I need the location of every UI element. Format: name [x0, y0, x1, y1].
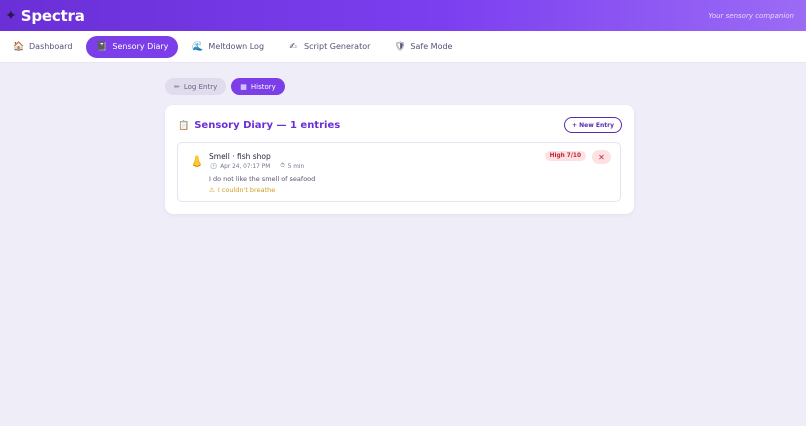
tab-history[interactable]: ▦ History [231, 78, 285, 95]
shield-icon: 🛡 [394, 41, 406, 52]
nav-item-script-generator[interactable]: ✍ Script Generator [278, 36, 380, 58]
close-icon: ✕ [598, 152, 605, 162]
sparkle-icon: ✦ [5, 7, 17, 24]
entry-warning: ⚠ I couldn't breathe [209, 186, 275, 194]
grid-icon: ▦ [240, 82, 247, 91]
diary-heading: 📋 Sensory Diary — 1 entries [178, 120, 340, 131]
nav-item-dashboard[interactable]: 🏠 Dashboard [3, 36, 82, 58]
entry-date: Apr 24, 07:17 PM [220, 163, 271, 170]
warning-icon: ⚠ [209, 186, 215, 194]
diary-title: Sensory Diary — 1 entries [194, 120, 341, 131]
nav-item-label: Script Generator [304, 42, 371, 51]
nav-item-safe-mode[interactable]: 🛡 Safe Mode [384, 36, 462, 58]
notebook-icon: 📓 [96, 41, 108, 52]
timer-icon: ⏱ [280, 163, 285, 169]
nav-item-label: Sensory Diary [112, 42, 169, 51]
clipboard-icon: 📋 [178, 120, 190, 131]
new-entry-button[interactable]: + New Entry [564, 117, 622, 133]
app-name: Spectra [20, 6, 85, 25]
severity-badge: High 7/10 [544, 151, 586, 161]
warning-text: I couldn't breathe [217, 186, 276, 194]
entry-title: Smell · fish shop [209, 152, 271, 161]
nav-item-sensory-diary[interactable]: 📓 Sensory Diary [86, 35, 179, 58]
writing-hand-icon: ✍ [289, 41, 297, 52]
diary-tabs: ✏ Log Entry ▦ History [165, 78, 285, 95]
tab-label: History [250, 82, 276, 91]
app-header: ✦ Spectra Your sensory companion [0, 0, 806, 31]
pencil-icon: ✏ [174, 82, 180, 91]
main-nav: 🏠 Dashboard 📓 Sensory Diary 🌊 Meltdown L… [0, 31, 806, 63]
wave-icon: 🌊 [192, 41, 204, 52]
app-logo[interactable]: ✦ Spectra [5, 7, 85, 25]
diary-card: 📋 Sensory Diary — 1 entries + New Entry … [165, 105, 634, 214]
clock-icon: 🕐 [210, 163, 218, 170]
tagline: Your sensory companion [708, 11, 794, 20]
house-icon: 🏠 [13, 41, 25, 52]
nav-item-label: Safe Mode [410, 42, 453, 51]
tab-label: Log Entry [183, 82, 218, 91]
nav-item-label: Meltdown Log [208, 42, 265, 51]
entry-meta: 🕐 Apr 24, 07:17 PM ⏱ 5 min [210, 163, 304, 170]
nav-item-meltdown-log[interactable]: 🌊 Meltdown Log [182, 36, 274, 58]
entry-note: I do not like the smell of seafood [209, 175, 316, 183]
nose-icon: 👃 [190, 155, 204, 168]
tab-log-entry[interactable]: ✏ Log Entry [165, 78, 227, 95]
diary-entry: 👃 Smell · fish shop 🕐 Apr 24, 07:17 PM ⏱… [177, 142, 621, 202]
entry-duration: 5 min [287, 163, 305, 170]
delete-entry-button[interactable]: ✕ [592, 150, 611, 164]
nav-item-label: Dashboard [29, 42, 73, 51]
